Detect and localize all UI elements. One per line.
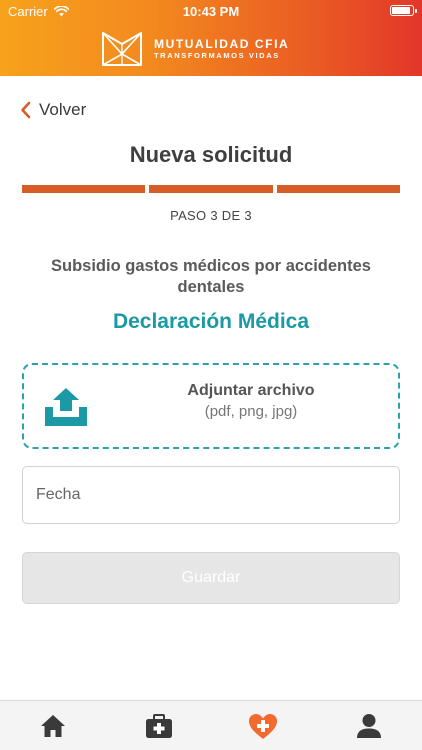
brand-tagline: TRANSFORMAMOS VIDAS: [154, 51, 280, 61]
heart-plus-icon: [249, 713, 277, 739]
tab-home[interactable]: [37, 711, 69, 741]
attach-file-button[interactable]: Adjuntar archivo (pdf, png, jpg): [22, 363, 400, 449]
step-label: PASO 3 DE 3: [170, 208, 252, 223]
request-type: Subsidio gastos médicos por accidentes d…: [50, 257, 371, 296]
status-time: 10:43 PM: [182, 4, 240, 19]
brand: MUTUALIDAD CFIA TRANSFORMAMOS VIDAS: [102, 32, 289, 66]
upload-formats: (pdf, png, jpg): [204, 403, 298, 420]
chevron-left-icon: [21, 101, 31, 119]
upload-title: Adjuntar archivo: [187, 382, 315, 399]
page-title: Nueva solicitud: [129, 142, 293, 167]
section-title: Declaración Médica: [112, 310, 310, 333]
brand-text: MUTUALIDAD CFIA TRANSFORMAMOS VIDAS: [154, 38, 289, 60]
upload-text: Adjuntar archivo (pdf, png, jpg): [124, 382, 378, 420]
profile-icon: [357, 714, 381, 738]
save-button[interactable]: Guardar: [22, 552, 400, 604]
mutualidad-logo: [102, 32, 142, 66]
progress-step: [276, 185, 400, 193]
app-header: Carrier 10:43 PM MUTUALIDAD CFIA TRANSFO…: [0, 0, 422, 76]
tab-profile[interactable]: [353, 711, 385, 741]
date-field[interactable]: [22, 466, 400, 524]
home-icon: [41, 715, 65, 737]
medical-kit-icon: [146, 713, 172, 738]
tab-medical[interactable]: [143, 711, 175, 741]
back-label: Volver: [39, 100, 87, 119]
upload-tray-icon: [45, 388, 87, 426]
battery-icon: [390, 5, 417, 16]
progress-step: [22, 185, 146, 193]
progress-step: [149, 185, 273, 193]
back-button[interactable]: Volver: [20, 100, 86, 120]
tab-requests[interactable]: [247, 711, 279, 741]
progress-steps: [22, 185, 400, 193]
tab-bar: [0, 700, 422, 750]
brand-name: MUTUALIDAD CFIA: [154, 37, 290, 52]
status-bar: Carrier 10:43 PM: [0, 0, 422, 22]
